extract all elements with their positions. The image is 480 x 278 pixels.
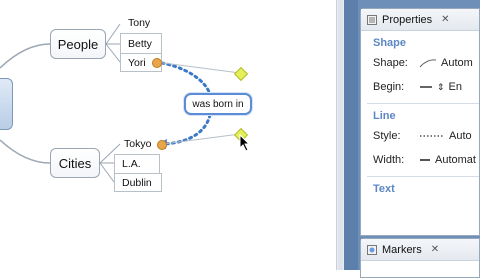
width-row: Width: Automat	[361, 148, 479, 172]
topic-cities[interactable]: Cities	[50, 148, 100, 178]
mindmap-canvas[interactable]: People Cities Tony Betty Yori Tokyo L.A.…	[0, 0, 336, 270]
style-row: Style: Auto	[361, 124, 479, 148]
width-label: Width:	[373, 154, 405, 166]
properties-icon	[367, 14, 377, 25]
close-icon[interactable]: ✕	[441, 14, 449, 25]
central-topic[interactable]	[0, 78, 13, 130]
subtopic-tony[interactable]: Tony	[128, 17, 150, 29]
markers-icon	[367, 244, 377, 255]
line-width-icon	[420, 159, 430, 161]
properties-pane: Properties ✕ Shape Shape: Autom Begin: ⇕…	[360, 8, 480, 236]
panel-sash[interactable]	[344, 0, 358, 270]
width-value: Automat	[435, 154, 476, 166]
topic-people[interactable]: People	[50, 29, 106, 59]
begin-label: Begin:	[373, 81, 405, 93]
relationship-start-anchor[interactable]	[152, 58, 162, 68]
relationship-label[interactable]: was born in	[184, 93, 252, 115]
subtopic-betty-label: Betty	[128, 37, 152, 50]
begin-select[interactable]: ⇕ En	[419, 81, 462, 93]
line-end-icon	[420, 86, 432, 88]
subtopic-la-label: L.A.	[122, 158, 141, 170]
topic-people-label: People	[57, 36, 99, 52]
topic-cities-label: Cities	[58, 155, 92, 171]
properties-tab-label: Properties	[382, 13, 433, 26]
shape-value: Autom	[441, 57, 473, 69]
close-icon[interactable]: ✕	[431, 244, 439, 255]
text-section-title: Text	[373, 183, 395, 195]
subtopic-betty[interactable]: Betty	[120, 33, 162, 53]
relationship-label-text: was born in	[192, 98, 244, 110]
subtopic-dublin-label: Dublin	[122, 176, 152, 189]
curve-shape-icon	[419, 59, 437, 68]
shape-row: Shape: Autom	[361, 51, 479, 75]
shape-select[interactable]: Autom	[419, 57, 473, 69]
line-section-title: Line	[373, 110, 396, 122]
style-label: Style:	[373, 130, 401, 142]
properties-tab[interactable]: Properties ✕	[361, 9, 479, 31]
mouse-cursor-icon	[239, 134, 251, 152]
subtopic-tokyo[interactable]: Tokyo	[124, 138, 151, 150]
shape-label: Shape:	[373, 57, 408, 69]
subtopic-yori-label: Yori	[128, 56, 146, 69]
scrollbar-thumb[interactable]	[338, 0, 343, 270]
stepper-icon[interactable]: ⇕	[437, 82, 445, 93]
style-value: Auto	[449, 130, 472, 142]
subtopic-dublin[interactable]: Dublin	[114, 173, 162, 192]
begin-row: Begin: ⇕ En	[361, 75, 479, 99]
markers-pane: Markers ✕	[360, 238, 480, 278]
dotted-line-icon	[420, 135, 444, 137]
shape-section-title: Shape	[373, 37, 407, 49]
begin-value: En	[448, 81, 463, 93]
subtopic-la[interactable]: L.A.	[114, 154, 160, 173]
markers-tab-label: Markers	[382, 243, 422, 256]
relationship-end-anchor[interactable]	[157, 140, 167, 150]
line-style-select[interactable]: Auto	[419, 130, 472, 142]
line-width-select[interactable]: Automat	[419, 154, 476, 166]
markers-tab[interactable]: Markers ✕	[361, 239, 479, 261]
